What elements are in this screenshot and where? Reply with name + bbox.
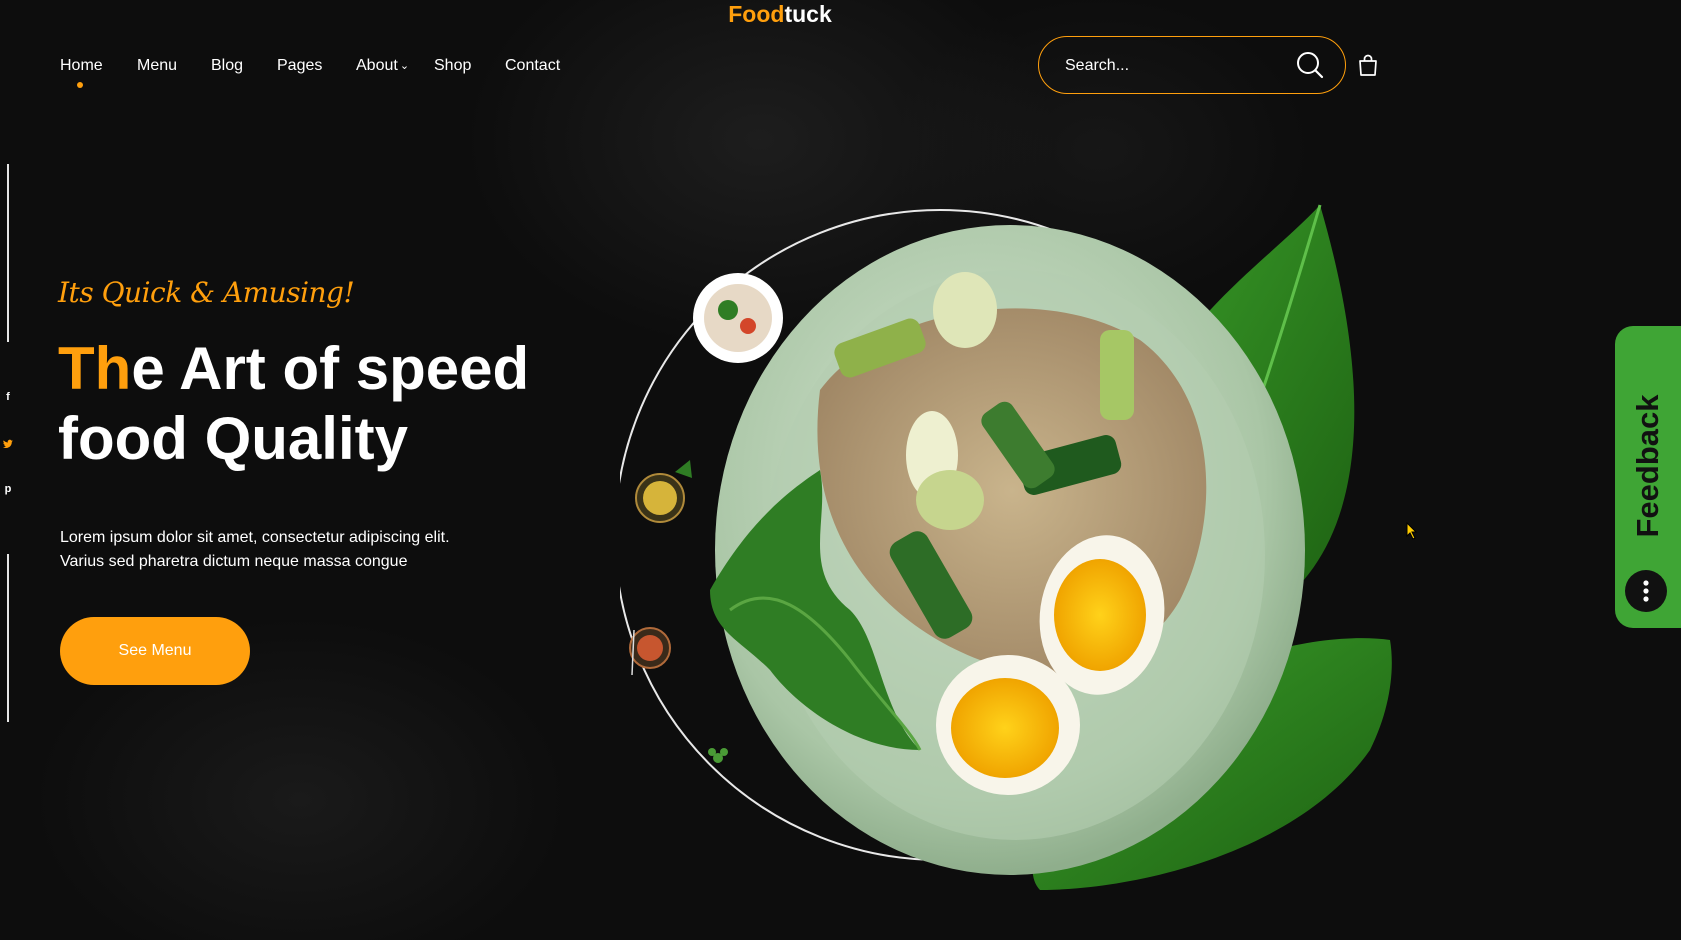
hero-description-line2: Varius sed pharetra dictum neque massa c… xyxy=(60,553,408,570)
nav-item-about[interactable]: About ⌄ xyxy=(356,54,409,78)
thumbnail-garnish xyxy=(740,318,756,334)
brand-logo[interactable]: Foodtuck xyxy=(665,0,895,28)
egg-yolk xyxy=(1054,559,1146,671)
side-divider-bottom xyxy=(7,554,9,722)
shopping-bag-icon[interactable] xyxy=(1356,53,1380,77)
nav-item-label: About xyxy=(356,57,398,75)
nav-item-label: Contact xyxy=(505,57,561,74)
herb-thumbnail[interactable] xyxy=(708,748,728,763)
nav-item-home[interactable]: Home xyxy=(60,54,103,88)
brand-logo-part2: tuck xyxy=(784,1,832,27)
nav-item-label: Pages xyxy=(277,57,323,74)
feedback-tab[interactable]: Feedback xyxy=(1615,326,1681,628)
chat-more-icon xyxy=(1625,570,1667,612)
dish-thumbnail-1[interactable] xyxy=(693,273,783,363)
headline-line2: food Quality xyxy=(58,405,408,472)
see-menu-button[interactable]: See Menu xyxy=(60,617,250,685)
thumbnail-leaf xyxy=(675,460,692,478)
thumbnail-garnish xyxy=(718,300,738,320)
side-divider-top xyxy=(7,164,9,342)
nav-item-label: Menu xyxy=(137,57,178,74)
facebook-icon[interactable]: f xyxy=(2,391,14,403)
chevron-down-icon: ⌄ xyxy=(399,60,410,72)
cabbage-piece xyxy=(916,470,984,530)
hero-tagline: Its Quick & Amusing! xyxy=(58,276,355,309)
thumbnail-food xyxy=(643,481,677,515)
brand-logo-part1: Food xyxy=(728,1,785,27)
twitter-icon[interactable] xyxy=(2,437,14,451)
search-input[interactable] xyxy=(1063,51,1287,81)
hero-headline: The Art of speed food Quality xyxy=(58,334,618,474)
search-icon[interactable] xyxy=(1295,50,1325,80)
nav-item-label: Shop xyxy=(434,57,472,74)
thumbnail-food xyxy=(637,635,663,661)
dish-thumbnail-2[interactable] xyxy=(635,460,692,523)
nav-item-pages[interactable]: Pages xyxy=(277,54,322,78)
dish-thumbnail-3[interactable] xyxy=(629,627,671,676)
nav-item-blog[interactable]: Blog xyxy=(211,54,243,78)
pinterest-icon[interactable]: p xyxy=(2,483,14,495)
search-box xyxy=(1038,36,1346,94)
active-indicator xyxy=(77,82,83,88)
headline-highlight: Th xyxy=(58,335,132,402)
nav-item-shop[interactable]: Shop xyxy=(434,54,471,78)
feedback-label: Feedback xyxy=(1630,394,1665,538)
cursor-icon xyxy=(1406,522,1418,540)
nav-item-label: Home xyxy=(60,57,103,74)
nav-item-menu[interactable]: Menu xyxy=(137,54,177,78)
hero-food-image xyxy=(620,204,1392,890)
zucchini-piece xyxy=(1100,330,1134,420)
egg-yolk xyxy=(951,678,1059,778)
nav-item-contact[interactable]: Contact xyxy=(505,54,560,78)
herb-leaf xyxy=(720,748,728,756)
hero-description-line1: Lorem ipsum dolor sit amet, consectetur … xyxy=(60,529,450,546)
herb-leaf xyxy=(708,748,716,756)
cabbage-piece xyxy=(933,272,997,348)
hero-description: Lorem ipsum dolor sit amet, consectetur … xyxy=(60,526,520,574)
headline-line1: e Art of speed xyxy=(131,335,530,402)
thumbnail-food xyxy=(704,284,772,352)
nav-item-label: Blog xyxy=(211,57,244,74)
